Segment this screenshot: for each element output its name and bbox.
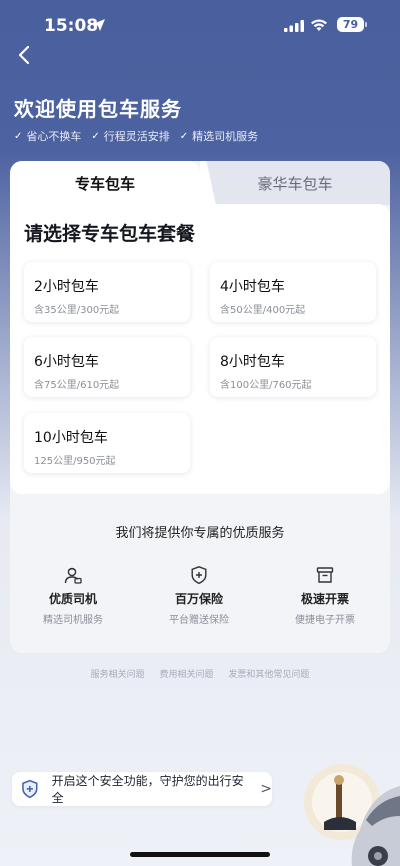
faq-link-service[interactable]: 服务相关问题 <box>91 670 145 680</box>
package-desc: 含35公里/300元起 <box>34 305 120 316</box>
cellular-signal-icon <box>284 20 304 32</box>
service-name: 百万保险 <box>174 592 223 606</box>
package-panel: 请选择专车包车套餐 2小时包车 含35公里/300元起 4小时包车 含50公里/… <box>10 204 390 494</box>
page-title: 欢迎使用包车服务 <box>14 97 182 121</box>
main-card: 豪华车包车 专车包车 请选择专车包车套餐 2小时包车 含35公里/300元起 4… <box>10 161 390 653</box>
package-name: 6小时包车 <box>34 354 99 370</box>
feature-label: 省心不换车 <box>26 130 82 143</box>
home-indicator <box>130 852 270 857</box>
check-icon: ✓ <box>179 130 189 142</box>
package-desc: 含50公里/400元起 <box>220 305 306 316</box>
service-desc: 精选司机服务 <box>43 615 103 626</box>
package-name: 8小时包车 <box>220 354 285 370</box>
service-item-driver: 优质司机 精选司机服务 <box>10 565 136 626</box>
package-card-2h[interactable]: 2小时包车 含35公里/300元起 <box>24 262 190 322</box>
package-card-10h[interactable]: 10小时包车 125公里/950元起 <box>24 413 190 473</box>
battery-indicator: 79 <box>337 17 367 32</box>
package-desc: 含100公里/760元起 <box>220 380 312 391</box>
back-arrow-icon[interactable] <box>14 44 36 66</box>
check-icon: ✓ <box>91 130 100 142</box>
tab-private-charter[interactable]: 专车包车 <box>10 161 200 205</box>
status-time: 15:08 <box>44 16 99 36</box>
safety-feature-banner[interactable]: 开启这个安全功能，守护您的出行安全 > <box>12 772 272 806</box>
package-card-4h[interactable]: 4小时包车 含50公里/400元起 <box>210 262 376 322</box>
faq-link-invoice-other[interactable]: 发票和其他常见问题 <box>228 670 309 680</box>
package-desc: 含75公里/610元起 <box>34 380 120 391</box>
package-card-8h[interactable]: 8小时包车 含100公里/760元起 <box>210 337 376 397</box>
service-name: 优质司机 <box>48 592 97 606</box>
package-name: 2小时包车 <box>34 279 99 295</box>
faq-links: 服务相关问题 费用相关问题 发票和其他常见问题 <box>0 667 400 680</box>
promo-illustration[interactable] <box>300 760 400 866</box>
feature-label: 精选司机服务 <box>192 130 259 143</box>
check-icon: ✓ <box>14 130 23 142</box>
chevron-right-icon: > <box>260 781 272 797</box>
service-item-insurance: 百万保险 平台赠送保险 <box>136 565 262 626</box>
driver-icon <box>64 567 82 584</box>
tab-luxury-charter[interactable]: 豪华车包车 <box>200 161 390 205</box>
service-desc: 平台赠送保险 <box>169 615 229 626</box>
location-arrow-icon <box>93 19 105 31</box>
package-name: 10小时包车 <box>34 430 108 446</box>
package-desc: 125公里/950元起 <box>34 456 116 467</box>
package-card-6h[interactable]: 6小时包车 含75公里/610元起 <box>24 337 190 397</box>
service-item-invoice: 极速开票 便捷电子开票 <box>262 565 388 626</box>
panel-title: 请选择专车包车套餐 <box>24 223 196 245</box>
wifi-icon <box>311 19 327 31</box>
feature-label: 行程灵活安排 <box>103 130 170 143</box>
safety-shield-icon <box>22 779 38 799</box>
feature-item: ✓ 省心不换车 <box>14 128 81 144</box>
service-desc: 便捷电子开票 <box>295 615 355 626</box>
package-name: 4小时包车 <box>220 279 285 295</box>
services-title: 我们将提供你专属的优质服务 <box>115 526 285 541</box>
feature-item: ✓ 行程灵活安排 <box>91 128 169 144</box>
faq-link-fees[interactable]: 费用相关问题 <box>159 670 213 680</box>
shield-plus-icon <box>191 566 207 585</box>
feature-item: ✓ 精选司机服务 <box>180 128 258 144</box>
status-bar: 15:08 79 <box>0 0 400 52</box>
safety-banner-text: 开启这个安全功能，守护您的出行安全 <box>51 774 244 805</box>
service-name: 极速开票 <box>300 592 349 606</box>
feature-list: ✓ 省心不换车 ✓ 行程灵活安排 ✓ 精选司机服务 <box>14 128 268 144</box>
invoice-icon <box>316 567 334 583</box>
